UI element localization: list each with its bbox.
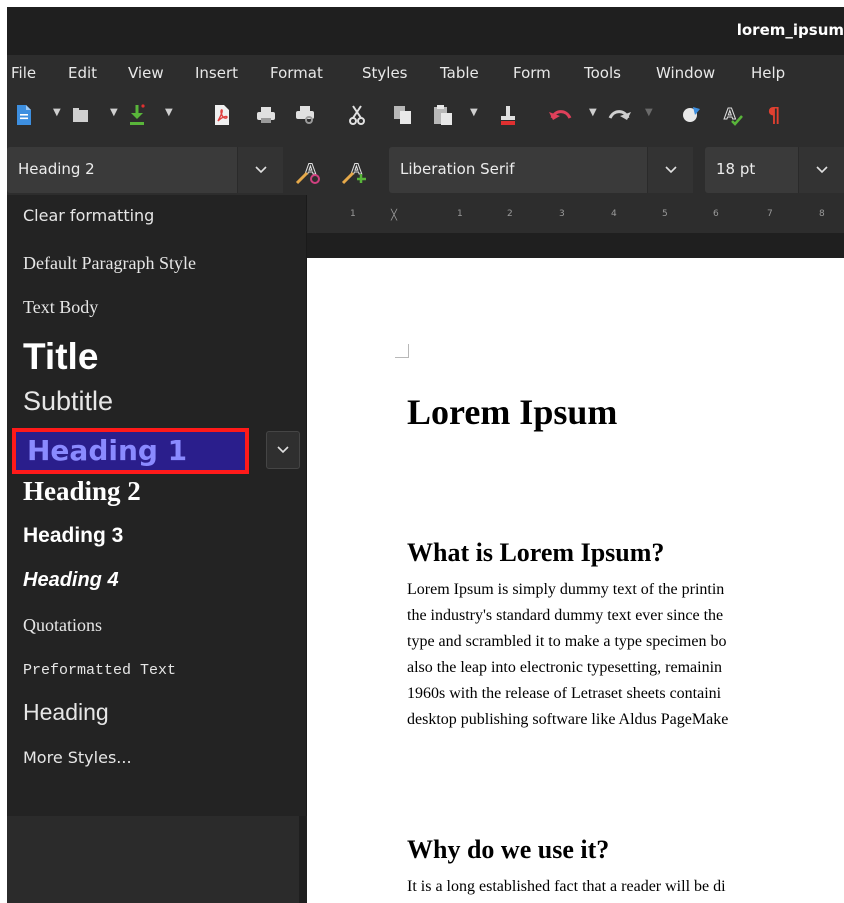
formatting-marks-icon[interactable]: ¶ xyxy=(764,103,784,127)
section-heading[interactable]: Why do we use it? xyxy=(407,835,609,865)
menu-view[interactable]: View xyxy=(128,64,164,82)
update-style-icon[interactable]: A xyxy=(294,160,326,185)
menu-window[interactable]: Window xyxy=(656,64,715,82)
style-heading-4[interactable]: Heading 4 xyxy=(23,569,119,592)
ruler-tick: 8 xyxy=(819,209,825,219)
paragraph-line: the industry's standard dummy text ever … xyxy=(407,607,724,624)
new-document-icon[interactable] xyxy=(13,103,35,127)
svg-text:A: A xyxy=(724,105,736,123)
ruler-tick: 2 xyxy=(507,209,513,219)
style-text-body[interactable]: Text Body xyxy=(23,297,98,318)
chevron-down-icon[interactable]: ▼ xyxy=(110,107,118,118)
ruler-margin-marker-icon[interactable]: ╳ xyxy=(391,210,397,221)
spelling-icon[interactable]: A xyxy=(721,103,745,127)
menu-form[interactable]: Form xyxy=(513,64,551,82)
undo-icon[interactable] xyxy=(547,103,575,127)
body-paragraph[interactable]: It is a long established fact that a rea… xyxy=(407,874,844,900)
ruler-tick: 5 xyxy=(662,209,668,219)
style-default-paragraph[interactable]: Default Paragraph Style xyxy=(23,253,196,274)
find-replace-icon[interactable] xyxy=(679,103,703,127)
menu-help[interactable]: Help xyxy=(751,64,785,82)
ruler-tick: 4 xyxy=(611,209,617,219)
copy-icon[interactable] xyxy=(392,103,414,127)
menu-edit[interactable]: Edit xyxy=(68,64,97,82)
chevron-down-icon[interactable]: ▼ xyxy=(470,107,478,118)
chevron-down-icon[interactable]: ▼ xyxy=(589,107,597,118)
print-icon[interactable] xyxy=(255,103,277,127)
text-boundary-corner xyxy=(395,344,409,358)
more-styles-link[interactable]: More Styles... xyxy=(23,748,132,767)
ruler-tick: 6 xyxy=(713,209,719,219)
menu-table[interactable]: Table xyxy=(440,64,479,82)
style-options-button[interactable] xyxy=(266,431,300,469)
ruler-tick: 3 xyxy=(559,209,565,219)
chevron-down-icon xyxy=(277,446,289,454)
style-heading-1-label: Heading 1 xyxy=(27,434,188,467)
menu-format[interactable]: Format xyxy=(270,64,323,82)
style-heading-3[interactable]: Heading 3 xyxy=(23,524,123,548)
body-paragraph[interactable]: Lorem Ipsum is simply dummy text of the … xyxy=(407,577,844,733)
menu-styles[interactable]: Styles xyxy=(362,64,408,82)
menu-insert[interactable]: Insert xyxy=(195,64,238,82)
horizontal-ruler[interactable]: 1 ╳ 1 2 3 4 5 6 7 8 xyxy=(307,201,844,233)
paragraph-line: also the leap into electronic typesettin… xyxy=(407,659,723,676)
paragraph-line: Lorem Ipsum is simply dummy text of the … xyxy=(407,581,725,598)
style-clear-formatting[interactable]: Clear formatting xyxy=(23,206,154,225)
paragraph-line: desktop publishing software like Aldus P… xyxy=(407,711,729,728)
style-heading-1-highlighted[interactable]: Heading 1 xyxy=(12,428,249,474)
open-folder-icon[interactable] xyxy=(71,103,91,127)
sidebar-area xyxy=(7,816,299,903)
style-quotations[interactable]: Quotations xyxy=(23,615,102,636)
font-name-box[interactable]: Liberation Serif xyxy=(389,147,693,193)
chevron-down-icon[interactable]: ▼ xyxy=(645,107,653,118)
standard-toolbar: ▼ ▼ ▼ ▼ ▼ ▼ A ¶ xyxy=(7,91,844,139)
style-title[interactable]: Title xyxy=(23,336,98,378)
style-heading[interactable]: Heading xyxy=(23,699,109,726)
print-preview-icon[interactable] xyxy=(294,103,316,127)
window-title: lorem_ipsum xyxy=(736,21,844,39)
paragraph-line: type and scrambled it to make a type spe… xyxy=(407,633,727,650)
chevron-down-icon[interactable] xyxy=(647,147,693,193)
section-heading[interactable]: What is Lorem Ipsum? xyxy=(407,538,664,568)
font-name-value[interactable]: Liberation Serif xyxy=(400,160,515,178)
export-pdf-icon[interactable] xyxy=(212,103,232,127)
document-title[interactable]: Lorem Ipsum xyxy=(407,391,617,433)
ruler-tick: 1 xyxy=(457,209,463,219)
paragraph-styles-dropdown: Clear formatting Default Paragraph Style… xyxy=(7,195,307,816)
formatting-toolbar: Heading 2 A A Liberation Serif 18 pt xyxy=(7,139,844,201)
save-icon[interactable] xyxy=(127,103,147,127)
chevron-down-icon[interactable] xyxy=(237,147,283,193)
cut-icon[interactable] xyxy=(347,103,367,127)
writer-window: lorem_ipsum File Edit View Insert Format… xyxy=(7,7,844,903)
redo-icon[interactable] xyxy=(605,103,633,127)
paragraph-line: It is a long established fact that a rea… xyxy=(407,878,726,895)
title-bar: lorem_ipsum xyxy=(7,7,844,55)
paragraph-style-box[interactable]: Heading 2 xyxy=(7,147,283,193)
document-page[interactable]: Lorem Ipsum What is Lorem Ipsum? Lorem I… xyxy=(307,258,844,903)
menu-file[interactable]: File xyxy=(11,64,36,82)
new-style-icon[interactable]: A xyxy=(340,160,372,185)
paragraph-line: 1960s with the release of Letraset sheet… xyxy=(407,685,722,702)
ruler-tick: 7 xyxy=(767,209,773,219)
chevron-down-icon[interactable] xyxy=(798,147,844,193)
menu-bar: File Edit View Insert Format Styles Tabl… xyxy=(7,55,844,91)
clone-formatting-icon[interactable] xyxy=(497,103,519,127)
style-heading-2[interactable]: Heading 2 xyxy=(23,476,141,507)
paragraph-style-value[interactable]: Heading 2 xyxy=(18,160,95,178)
ruler-tick: 1 xyxy=(350,209,356,219)
chevron-down-icon[interactable]: ▼ xyxy=(53,107,61,118)
font-size-box[interactable]: 18 pt xyxy=(705,147,844,193)
chevron-down-icon[interactable]: ▼ xyxy=(165,107,173,118)
style-subtitle[interactable]: Subtitle xyxy=(23,386,113,417)
menu-tools[interactable]: Tools xyxy=(584,64,621,82)
style-preformatted-text[interactable]: Preformatted Text xyxy=(23,662,176,679)
font-size-value[interactable]: 18 pt xyxy=(716,160,755,178)
paste-icon[interactable] xyxy=(432,103,454,127)
